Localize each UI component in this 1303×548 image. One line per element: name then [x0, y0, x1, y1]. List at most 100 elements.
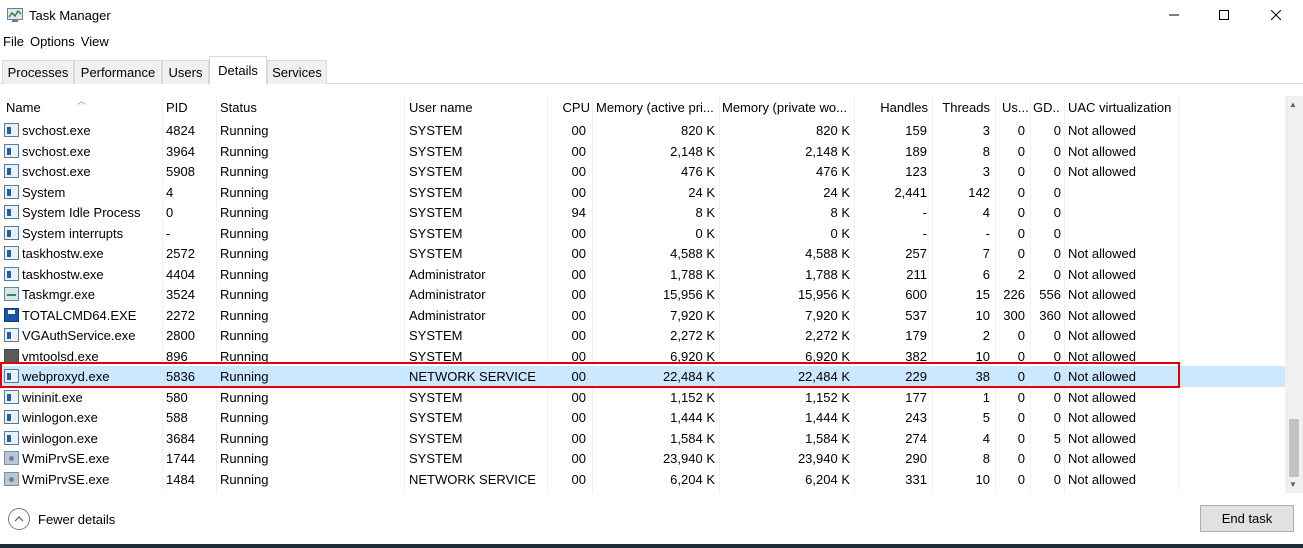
- cell-gdi-objects: 0: [1053, 328, 1061, 343]
- cell-handles: 382: [905, 348, 927, 364]
- tab-services[interactable]: Services: [267, 60, 327, 84]
- cell-gdi-objects: 556: [1039, 287, 1061, 302]
- cell-cpu: 00: [571, 451, 586, 466]
- table-row[interactable]: wininit.exe 580 Running SYSTEM 00 1,152 K 1,15…: [0, 387, 1285, 408]
- maximize-button[interactable]: [1201, 0, 1247, 30]
- table-row[interactable]: webproxyd.exe 5836 Running NETWORK SERVICE 0…: [0, 366, 1285, 387]
- table-row[interactable]: Taskmgr.exe 3524 Running Administrator 00 15,…: [0, 284, 1285, 305]
- cell-user-name: SYSTEM: [409, 389, 463, 405]
- table-row[interactable]: winlogon.exe 3684 Running SYSTEM 00 1,584 K 1,…: [0, 428, 1285, 449]
- cell-cpu: 00: [571, 389, 586, 405]
- cell-user-objects: 0: [1017, 348, 1025, 364]
- column-header-name[interactable]: Name: [6, 100, 156, 120]
- column-header-handles[interactable]: Handles: [858, 100, 928, 120]
- table-row[interactable]: vmtoolsd.exe 896 Running SYSTEM 00 6,920 K 6,9…: [0, 346, 1285, 367]
- table-row[interactable]: svchost.exe 4824 Running SYSTEM 00 820 K 820 K…: [0, 120, 1285, 141]
- vertical-scrollbar[interactable]: ▲ ▼: [1285, 96, 1303, 493]
- column-header-status[interactable]: Status: [220, 100, 400, 120]
- cell-gdi-objects: 0: [1053, 246, 1061, 261]
- cell-name: taskhostw.exe: [22, 266, 104, 282]
- table-row[interactable]: svchost.exe 5908 Running SYSTEM 00 476 K 476 K…: [0, 161, 1285, 182]
- column-header-uac-virtualization[interactable]: UAC virtualization: [1068, 100, 1178, 120]
- cell-threads: 142: [968, 184, 990, 200]
- scroll-down-icon[interactable]: ▼: [1289, 480, 1297, 489]
- cell-status: Running: [220, 451, 269, 466]
- cell-status: Running: [220, 143, 269, 159]
- cell-user-objects: 0: [1017, 123, 1025, 138]
- cell-name: winlogon.exe: [22, 430, 98, 446]
- table-row[interactable]: taskhostw.exe 4404 Running Administrator 00 1…: [0, 264, 1285, 285]
- cell-memory-active: 820 K: [681, 123, 715, 138]
- cell-handles: 243: [905, 410, 927, 425]
- cell-handles: 123: [905, 164, 927, 179]
- cell-status: Running: [220, 328, 269, 343]
- task-manager-icon: [7, 8, 23, 22]
- cell-user-name: SYSTEM: [409, 143, 463, 159]
- cell-user-objects: 0: [1017, 143, 1025, 159]
- table-row[interactable]: winlogon.exe 588 Running SYSTEM 00 1,444 K 1,4…: [0, 407, 1285, 428]
- column-header-gdi-objects[interactable]: GD...: [1033, 100, 1061, 120]
- scrollbar-thumb[interactable]: [1289, 419, 1299, 477]
- cell-memory-active: 15,956 K: [662, 287, 715, 302]
- cell-cpu: 00: [571, 123, 586, 138]
- minimize-button[interactable]: [1151, 0, 1197, 30]
- cell-user-name: SYSTEM: [409, 123, 463, 138]
- cell-handles: 2,441: [894, 184, 927, 200]
- table-row[interactable]: svchost.exe 3964 Running SYSTEM 00 2,148 K 2,1…: [0, 141, 1285, 162]
- cell-pid: 1744: [166, 451, 195, 466]
- cell-status: Running: [220, 369, 269, 384]
- table-row[interactable]: VGAuthService.exe 2800 Running SYSTEM 00 2,27…: [0, 325, 1285, 346]
- tab-performance[interactable]: Performance: [74, 60, 162, 84]
- cell-pid: 3684: [166, 430, 195, 446]
- tab-processes[interactable]: Processes: [2, 60, 74, 84]
- tab-users[interactable]: Users: [162, 60, 209, 84]
- table-row[interactable]: System interrupts - Running SYSTEM 00 0 K0 K-…: [0, 223, 1285, 244]
- fewer-details-button[interactable]: Fewer details: [8, 507, 115, 531]
- cell-uac-virtualization: Not allowed: [1068, 123, 1136, 138]
- cell-handles: 211: [906, 266, 927, 282]
- cell-user-objects: 0: [1017, 328, 1025, 343]
- cell-user-name: SYSTEM: [409, 246, 463, 261]
- cell-user-objects: 226: [1003, 287, 1025, 302]
- cell-user-name: Administrator: [409, 307, 486, 323]
- menu-file[interactable]: File: [0, 34, 26, 52]
- cell-status: Running: [220, 348, 269, 364]
- cell-user-name: SYSTEM: [409, 451, 463, 466]
- end-task-button[interactable]: End task: [1200, 505, 1294, 532]
- table-row[interactable]: WmiPrvSE.exe 1484 Running NETWORK SERVICE 00…: [0, 469, 1285, 490]
- table-row[interactable]: WmiPrvSE.exe 1744 Running SYSTEM 00 23,940 K2…: [0, 448, 1285, 469]
- process-icon: [4, 123, 19, 137]
- cell-pid: 4824: [166, 123, 195, 138]
- column-header-user-name[interactable]: User name: [409, 100, 544, 120]
- column-header-cpu[interactable]: CPU: [550, 100, 590, 120]
- footer: Fewer details End task: [0, 497, 1303, 548]
- column-header-memory-private[interactable]: Memory (private wo...: [722, 100, 852, 120]
- column-header-memory-active[interactable]: Memory (active pri...: [596, 100, 718, 120]
- cell-memory-active: 1,584 K: [670, 430, 715, 446]
- cell-pid: 3524: [166, 287, 195, 302]
- column-header-threads[interactable]: Threads: [936, 100, 990, 120]
- close-button[interactable]: [1253, 0, 1299, 30]
- cell-uac-virtualization: Not allowed: [1068, 328, 1136, 343]
- cell-status: Running: [220, 266, 269, 282]
- cell-status: Running: [220, 246, 269, 261]
- menu-options[interactable]: Options: [27, 34, 77, 52]
- table-row[interactable]: TOTALCMD64.EXE 2272 Running Administrator 00…: [0, 305, 1285, 326]
- menu-view[interactable]: View: [78, 34, 111, 52]
- scroll-up-icon[interactable]: ▲: [1289, 100, 1297, 109]
- column-header-pid[interactable]: PID: [166, 100, 212, 120]
- process-icon: [4, 164, 19, 178]
- column-header-user-objects[interactable]: Us...: [1002, 100, 1028, 120]
- table-row[interactable]: System Idle Process 0 Running SYSTEM 94 8 K 8 …: [0, 202, 1285, 223]
- cell-name: svchost.exe: [22, 123, 91, 138]
- cell-threads: 3: [982, 123, 990, 138]
- cell-pid: 896: [166, 348, 188, 364]
- tab-details[interactable]: Details: [209, 56, 267, 85]
- table-row[interactable]: taskhostw.exe 2572 Running SYSTEM 00 4,588 K4…: [0, 243, 1285, 264]
- cell-memory-active: 23,940 K: [662, 451, 715, 466]
- process-icon: [4, 266, 19, 281]
- cell-uac-virtualization: Not allowed: [1068, 287, 1136, 302]
- table-row[interactable]: System 4 Running SYSTEM 00 24 K 24 K 2,441 142 0 0: [0, 182, 1285, 203]
- cell-memory-private: 6,204 K: [805, 471, 850, 487]
- cell-name: Taskmgr.exe: [22, 287, 95, 302]
